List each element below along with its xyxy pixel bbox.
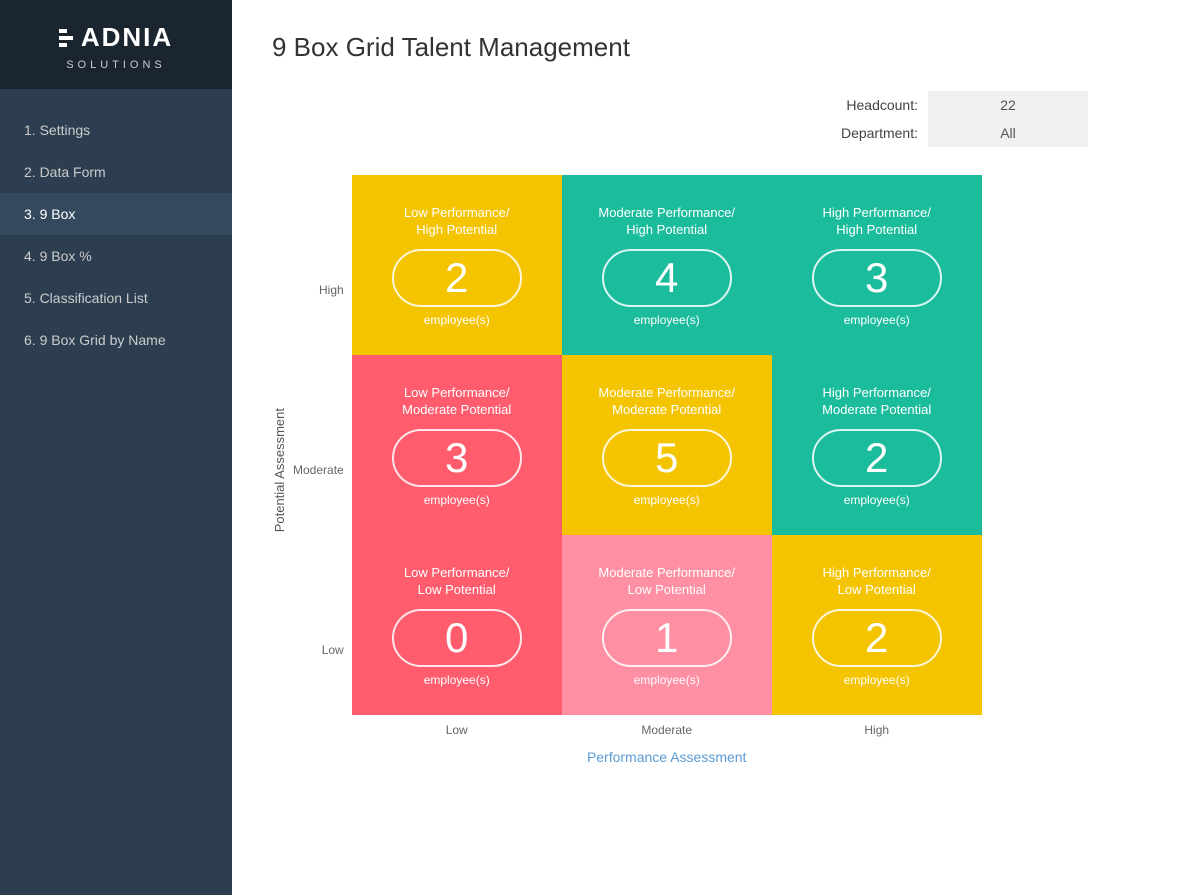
box-count: 3	[445, 437, 468, 479]
box-employees: employee(s)	[424, 313, 490, 327]
y-axis-label: Potential Assessment	[272, 408, 287, 532]
logo-bar-2	[59, 36, 73, 40]
logo-icon: ADNIA	[59, 22, 173, 53]
page-title: 9 Box Grid Talent Management	[272, 32, 1148, 63]
box-title: Moderate Performance/Moderate Potential	[598, 385, 735, 419]
box-count-wrap: 4	[602, 249, 732, 307]
grid-box-5: High Performance/Moderate Potential 2 em…	[772, 355, 982, 535]
headcount-label: Headcount:	[748, 91, 928, 119]
grid-box-3: Low Performance/Moderate Potential 3 emp…	[352, 355, 562, 535]
nav-item-data-form[interactable]: 2. Data Form	[0, 151, 232, 193]
box-count-wrap: 0	[392, 609, 522, 667]
x-axis-label: Performance Assessment	[352, 749, 982, 765]
logo-sub: SOLUTIONS	[66, 59, 166, 71]
grid-box-4: Moderate Performance/Moderate Potential …	[562, 355, 772, 535]
box-title: Moderate Performance/High Potential	[598, 205, 735, 239]
box-title: Low Performance/High Potential	[404, 205, 510, 239]
logo-bars	[59, 29, 73, 47]
nav-list: 1. Settings2. Data Form3. 9 Box4. 9 Box …	[0, 109, 232, 361]
x-label: Moderate	[562, 723, 772, 737]
box-count: 1	[655, 617, 678, 659]
box-employees: employee(s)	[634, 493, 700, 507]
nav-item-settings[interactable]: 1. Settings	[0, 109, 232, 151]
headcount-value: 22	[928, 91, 1088, 119]
nav-item-classification-list[interactable]: 5. Classification List	[0, 277, 232, 319]
grid-main: Low Performance/High Potential 2 employe…	[352, 175, 982, 765]
box-count: 3	[865, 257, 888, 299]
box-employees: employee(s)	[424, 673, 490, 687]
y-label: Moderate	[293, 463, 344, 477]
box-title: High Performance/High Potential	[823, 205, 931, 239]
department-value: All	[928, 119, 1088, 147]
box-count: 2	[865, 437, 888, 479]
grid-wrapper: Potential Assessment HighModerateLow Low…	[272, 175, 1148, 765]
box-title: Low Performance/Moderate Potential	[402, 385, 511, 419]
x-label: High	[772, 723, 982, 737]
box-count-wrap: 2	[392, 249, 522, 307]
box-count-wrap: 2	[812, 429, 942, 487]
grid-box-0: Low Performance/High Potential 2 employe…	[352, 175, 562, 355]
y-labels: High Moderate Low	[293, 200, 344, 740]
grid-rows: Low Performance/High Potential 2 employe…	[352, 175, 982, 715]
box-count-wrap: 1	[602, 609, 732, 667]
logo-bar-1	[59, 29, 67, 33]
x-label: Low	[352, 723, 562, 737]
box-count: 2	[865, 617, 888, 659]
box-employees: employee(s)	[634, 313, 700, 327]
info-table: Headcount: 22 Department: All	[748, 91, 1088, 147]
box-count-wrap: 3	[392, 429, 522, 487]
y-label: Low	[293, 643, 344, 657]
logo-bar-3	[59, 43, 67, 47]
box-employees: employee(s)	[844, 493, 910, 507]
box-count: 2	[445, 257, 468, 299]
grid-box-2: High Performance/High Potential 3 employ…	[772, 175, 982, 355]
box-title: Low Performance/Low Potential	[404, 565, 510, 599]
grid-box-1: Moderate Performance/High Potential 4 em…	[562, 175, 772, 355]
box-title: Moderate Performance/Low Potential	[598, 565, 735, 599]
nav-item-9box[interactable]: 3. 9 Box	[0, 193, 232, 235]
box-count-wrap: 2	[812, 609, 942, 667]
grid-box-7: Moderate Performance/Low Potential 1 emp…	[562, 535, 772, 715]
grid-box-8: High Performance/Low Potential 2 employe…	[772, 535, 982, 715]
box-count-wrap: 3	[812, 249, 942, 307]
logo-text: ADNIA	[81, 22, 173, 53]
box-employees: employee(s)	[844, 313, 910, 327]
logo-area: ADNIA SOLUTIONS	[0, 0, 232, 89]
box-employees: employee(s)	[634, 673, 700, 687]
grid-box-6: Low Performance/Low Potential 0 employee…	[352, 535, 562, 715]
box-title: High Performance/Moderate Potential	[822, 385, 931, 419]
x-labels: LowModerateHigh	[352, 723, 982, 737]
box-employees: employee(s)	[424, 493, 490, 507]
nav-item-9box-grid-name[interactable]: 6. 9 Box Grid by Name	[0, 319, 232, 361]
main-content: 9 Box Grid Talent Management Headcount: …	[232, 0, 1188, 895]
sidebar: ADNIA SOLUTIONS 1. Settings2. Data Form3…	[0, 0, 232, 895]
box-employees: employee(s)	[844, 673, 910, 687]
y-label: High	[293, 283, 344, 297]
box-count: 0	[445, 617, 468, 659]
department-label: Department:	[748, 119, 928, 147]
nav-item-9box-pct[interactable]: 4. 9 Box %	[0, 235, 232, 277]
box-count: 5	[655, 437, 678, 479]
box-title: High Performance/Low Potential	[823, 565, 931, 599]
box-count-wrap: 5	[602, 429, 732, 487]
box-count: 4	[655, 257, 678, 299]
